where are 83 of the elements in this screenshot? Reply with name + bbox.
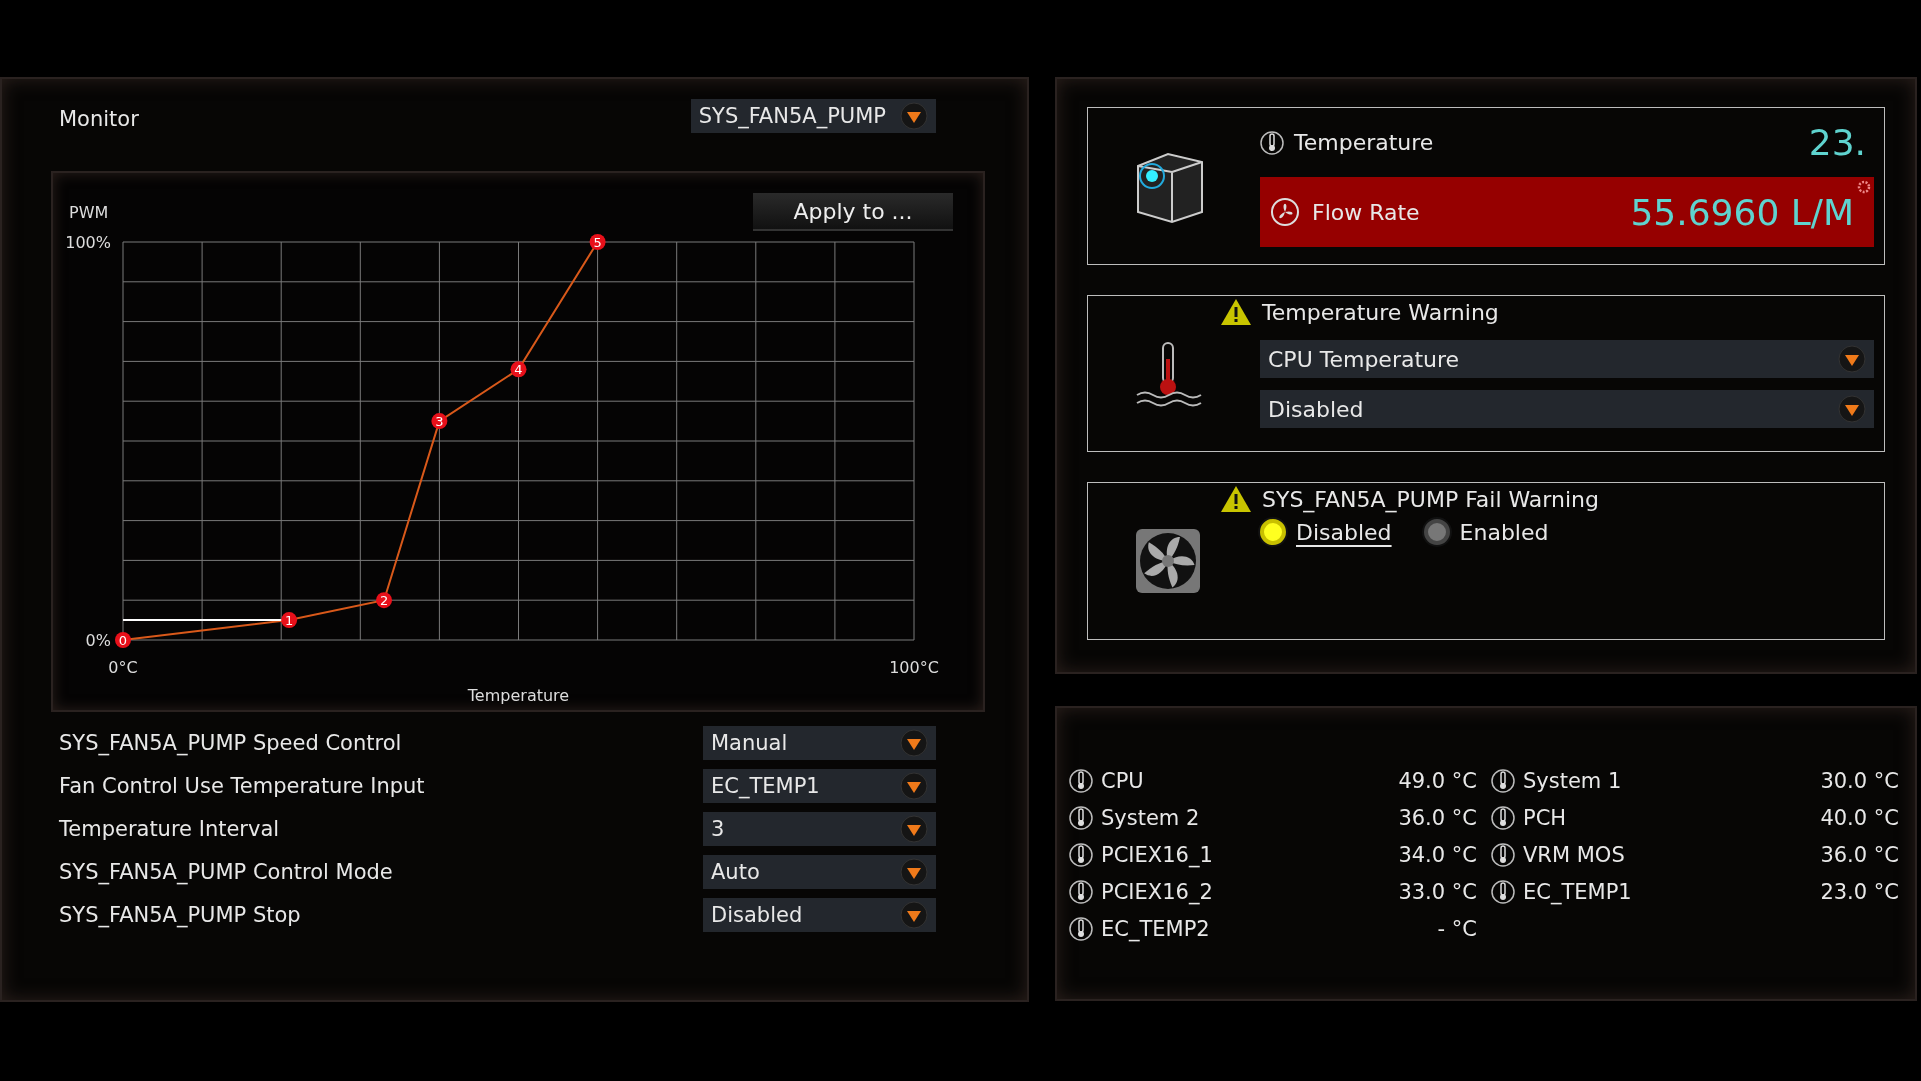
setting-label: SYS_FAN5A_PUMP Control Mode [59, 860, 393, 884]
sensor-name: EC_TEMP1 [1523, 880, 1632, 904]
thermometer-icon [1069, 879, 1093, 905]
warning-title: Temperature Warning [1262, 299, 1499, 325]
sensor-name: PCIEX16_1 [1101, 843, 1213, 867]
setting-label: Fan Control Use Temperature Input [59, 774, 425, 798]
radio-button[interactable] [1423, 519, 1450, 545]
fan-icon [1270, 197, 1300, 227]
warning-title: SYS_FAN5A_PUMP Fail Warning [1262, 486, 1599, 512]
sensor-dropdown[interactable]: CPU Temperature [1260, 340, 1874, 378]
thermometer-icon [1491, 842, 1515, 868]
curve-point[interactable]: 1 [281, 612, 298, 629]
dropdown-caret-icon [900, 901, 928, 929]
thermometer-icon [1491, 879, 1515, 905]
sensor-name: PCIEX16_2 [1101, 880, 1213, 904]
thermometer-icon [1069, 842, 1093, 868]
temperature-value: 23. [1808, 122, 1866, 163]
gear-icon[interactable] [1857, 180, 1871, 194]
x-tick-label: 100°C [889, 658, 939, 677]
x-axis-label: Temperature [467, 686, 570, 705]
sensor-name: System 1 [1523, 769, 1622, 793]
setting-dropdown[interactable]: Manual [703, 726, 936, 760]
sensor-value: 40.0 °C [1820, 806, 1899, 830]
fan-select[interactable]: SYS_FAN5A_PUMP [690, 99, 936, 133]
annotation: 4 [514, 362, 523, 378]
sensor-name: System 2 [1101, 806, 1200, 830]
thermometer-icon [1069, 768, 1093, 794]
thermometer-icon [1069, 916, 1093, 942]
curve-point[interactable]: 0 [115, 632, 131, 648]
sensor-name: PCH [1523, 806, 1567, 830]
dropdown-caret-icon [900, 729, 928, 757]
apply-to-button[interactable]: Apply to ... [753, 193, 953, 231]
y-tick-label: 100% [65, 233, 111, 252]
flow-rate-label: Flow Rate [1312, 199, 1420, 225]
dropdown-caret-icon [900, 858, 928, 886]
sensor-value: 23.0 °C [1820, 880, 1899, 904]
y-tick-label: 0% [85, 631, 111, 650]
sensor-name: CPU [1101, 769, 1144, 793]
dropdown-caret-icon [900, 772, 928, 800]
sensor-name: VRM MOS [1523, 843, 1625, 867]
setting-dropdown[interactable]: EC_TEMP1 [703, 769, 936, 803]
dropdown-caret-icon [1838, 395, 1866, 423]
curve-point[interactable]: 4 [510, 361, 527, 378]
radio-button[interactable] [1260, 519, 1286, 545]
thermometer-icon [1069, 805, 1093, 831]
annotation: 2 [379, 593, 389, 609]
warning-dropdown[interactable]: Disabled [1260, 390, 1874, 428]
radio-label[interactable]: Enabled [1459, 519, 1549, 545]
setting-label: Temperature Interval [59, 817, 280, 841]
sensor-value: 36.0 °C [1820, 843, 1899, 867]
sensor-value: 34.0 °C [1398, 843, 1477, 867]
sensor-value: 49.0 °C [1398, 769, 1477, 793]
curve-point[interactable]: 5 [589, 234, 606, 250]
thermometer-icon [1260, 129, 1284, 156]
dropdown-caret-icon [900, 102, 928, 130]
sensor-value: 30.0 °C [1820, 769, 1899, 793]
sensor-value: 33.0 °C [1398, 880, 1477, 904]
flow-rate-value: 55.6960 L/M [1630, 191, 1854, 233]
thermometer-icon [1491, 805, 1515, 831]
sensor-name: EC_TEMP2 [1101, 917, 1210, 941]
curve-point[interactable]: 3 [431, 413, 448, 430]
fan-icon [1134, 527, 1202, 595]
setting-dropdown[interactable]: Disabled [703, 898, 936, 932]
temperature-label: Temperature [1294, 130, 1434, 155]
sensor-value: 36.0 °C [1398, 806, 1477, 830]
y-axis-label: PWM [69, 203, 109, 222]
sensor-value: - °C [1437, 917, 1477, 941]
warning-icon [1220, 485, 1252, 513]
radio-label[interactable]: Disabled [1296, 519, 1392, 545]
setting-dropdown[interactable]: 3 [703, 812, 936, 846]
panel-title: Monitor [59, 107, 139, 131]
setting-label: SYS_FAN5A_PUMP Speed Control [59, 731, 402, 755]
setting-dropdown[interactable]: Auto [703, 855, 936, 889]
annotation: 3 [435, 414, 444, 430]
annotation: 1 [284, 613, 294, 629]
dropdown-caret-icon [1838, 345, 1866, 373]
setting-label: SYS_FAN5A_PUMP Stop [59, 903, 301, 927]
x-tick-label: 0°C [108, 658, 138, 677]
curve-point[interactable]: 2 [376, 592, 393, 609]
annotation: 5 [593, 235, 602, 250]
dropdown-caret-icon [900, 815, 928, 843]
warning-icon [1220, 298, 1252, 326]
thermometer-icon [1491, 768, 1515, 794]
